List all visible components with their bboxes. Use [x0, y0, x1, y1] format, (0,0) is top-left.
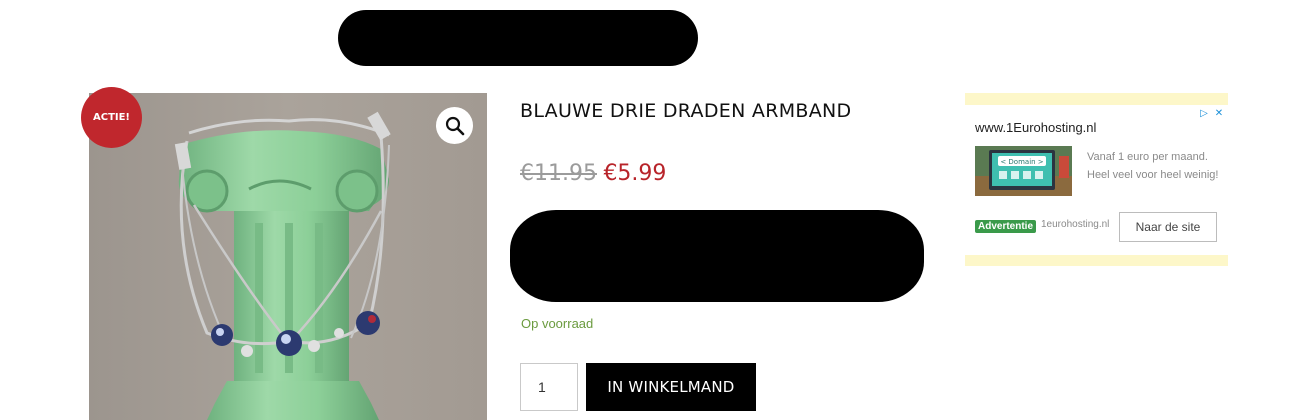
ad-choices[interactable]: ▷ ✕ [1197, 107, 1226, 120]
product-title: BLAUWE DRIE DRADEN ARMBAND [520, 100, 852, 122]
ad-widget: ▷ ✕ www.1Eurohosting.nl < Domain > Vanaf… [965, 93, 1228, 266]
close-icon[interactable]: ✕ [1212, 107, 1226, 120]
price-new: €5.99 [603, 161, 667, 186]
redacted-description [510, 210, 924, 302]
ad-domain[interactable]: 1eurohosting.nl [1041, 219, 1109, 230]
ad-choices-icon[interactable]: ▷ [1197, 107, 1211, 120]
redacted-header [338, 10, 698, 66]
price-old: €11.95 [520, 161, 597, 186]
ad-text[interactable]: Vanaf 1 euro per maand. Heel veel voor h… [1087, 148, 1222, 184]
zoom-button[interactable] [436, 107, 473, 144]
product-page: ACTIE! BLAUWE DRIE DRADEN ARMBAND €11.95… [0, 0, 1292, 420]
price: €11.95 €5.99 [520, 161, 666, 186]
product-image[interactable] [89, 93, 487, 420]
ad-label: Advertentie [975, 220, 1037, 233]
ad-thumbnail[interactable]: < Domain > [975, 146, 1072, 196]
add-to-cart-button[interactable]: IN WINKELMAND [586, 363, 756, 411]
ad-content[interactable]: ▷ ✕ www.1Eurohosting.nl < Domain > Vanaf… [965, 105, 1228, 255]
bracelet-photo [89, 93, 487, 420]
ad-thumb-label: < Domain > [1000, 158, 1043, 166]
ad-url[interactable]: www.1Eurohosting.nl [975, 120, 1096, 135]
quantity-input[interactable] [520, 363, 578, 411]
zoom-magnifier-icon [445, 116, 464, 135]
stock-status: Op voorraad [521, 316, 594, 331]
sale-badge: ACTIE! [81, 87, 142, 148]
ad-cta-button[interactable]: Naar de site [1119, 212, 1217, 242]
